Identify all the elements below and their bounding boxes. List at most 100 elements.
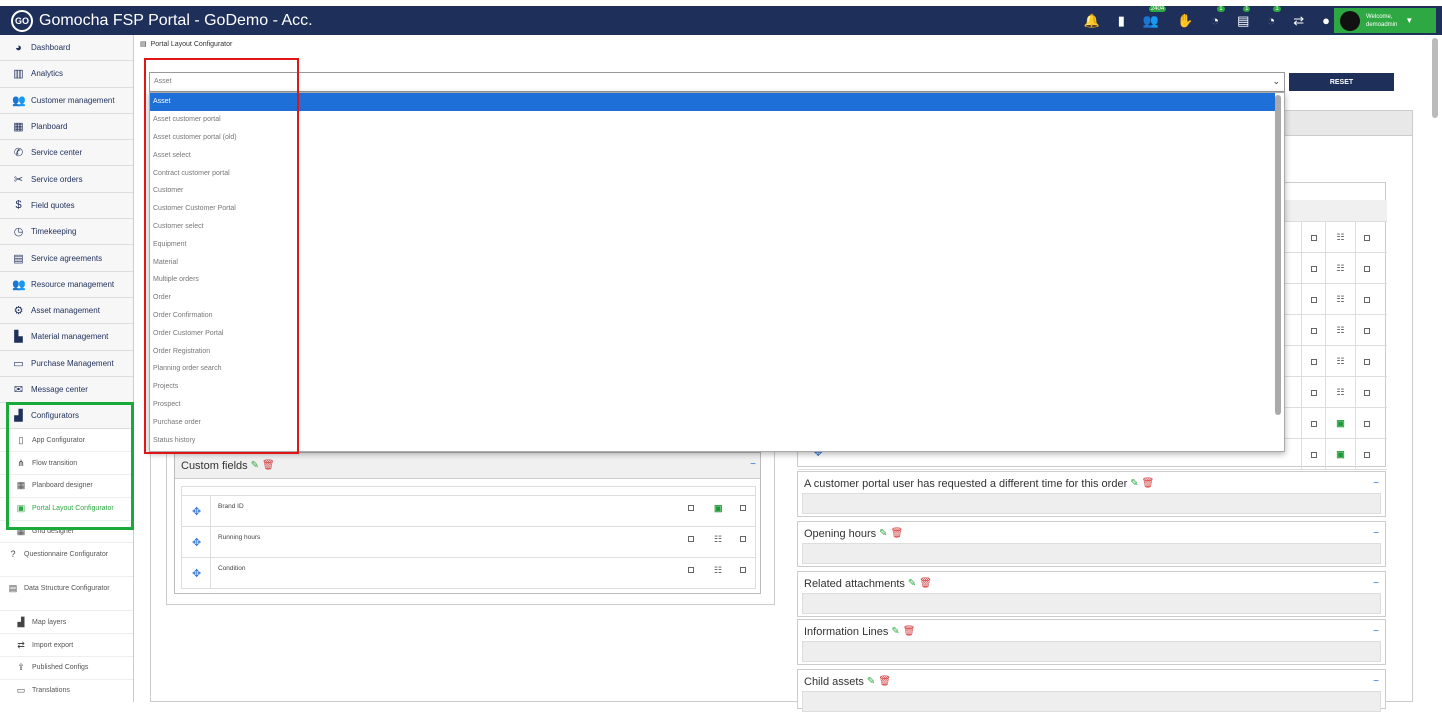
dropdown-option[interactable]: Asset [150, 93, 1275, 111]
sidebar-item[interactable]: ✆ Service center [0, 140, 133, 167]
edit-icon[interactable]: ✎ [1130, 478, 1138, 489]
sidebar-item[interactable]: 👥 Customer management [0, 87, 133, 114]
list-icon[interactable]: ☷ [1325, 253, 1355, 284]
people-icon[interactable]: 👥 2404 [1143, 5, 1167, 29]
trash-icon[interactable]: 🗑 [891, 528, 904, 539]
checkbox[interactable] [1363, 358, 1370, 365]
move-icon[interactable]: ✥ [192, 536, 201, 549]
clock-icon[interactable]: ◔ 1 [1211, 6, 1225, 28]
list-icon[interactable]: ☷ [1325, 222, 1355, 253]
trash-icon[interactable]: 🗑 [903, 626, 916, 637]
visible-checkbox[interactable] [688, 505, 694, 511]
checkbox[interactable] [1363, 234, 1370, 241]
dropdown-option[interactable]: Projects [150, 378, 1284, 396]
bell-icon[interactable]: 🔔 [1084, 13, 1100, 29]
trash-icon[interactable]: 🗑 [878, 676, 891, 687]
submenu-item[interactable]: ▤ Data Structure Configurator [0, 577, 133, 612]
checkbox[interactable] [1363, 451, 1370, 458]
list-icon[interactable]: ☷ [714, 565, 722, 576]
collapse-icon[interactable]: − [1373, 528, 1379, 539]
dropdown-option[interactable]: Order Registration [150, 342, 1284, 360]
visible-checkbox[interactable] [1301, 346, 1325, 377]
visible-checkbox[interactable] [1301, 439, 1325, 470]
required-checkbox[interactable] [740, 505, 746, 511]
dropdown-option[interactable]: Material [150, 253, 1284, 271]
chart-icon[interactable]: ▤ 1 [1237, 5, 1251, 29]
checkbox[interactable] [1310, 358, 1317, 365]
grid-green-icon[interactable]: ▣ [1325, 408, 1355, 439]
required-checkbox[interactable] [1355, 253, 1377, 284]
sidebar-item[interactable]: ▭ Purchase Management [0, 350, 133, 377]
required-checkbox[interactable] [1355, 377, 1377, 408]
visible-checkbox[interactable] [1301, 253, 1325, 284]
trash-icon[interactable]: 🗑 [1142, 478, 1155, 489]
sidebar-item[interactable]: $ Field quotes [0, 192, 133, 220]
required-checkbox[interactable] [1355, 346, 1377, 377]
move-icon[interactable]: ✥ [192, 505, 201, 518]
handshake-icon[interactable]: ✋ [1177, 13, 1193, 29]
transfer-icon[interactable]: ⇄ [1293, 13, 1304, 29]
checkbox[interactable] [1310, 389, 1317, 396]
collapse-icon[interactable]: − [750, 459, 756, 470]
list-icon[interactable]: ☷ [1325, 284, 1355, 315]
chat-icon[interactable]: ● [1322, 13, 1330, 28]
required-checkbox[interactable] [1355, 284, 1377, 315]
submenu-item[interactable]: ▭ Translations [0, 679, 133, 702]
dropdown-option[interactable]: Multiple orders [150, 271, 1284, 289]
sidebar-item[interactable]: ✂ Service orders [0, 166, 133, 193]
checkbox[interactable] [1363, 265, 1370, 272]
checkbox[interactable] [1310, 451, 1317, 458]
collapse-icon[interactable]: − [1373, 676, 1379, 687]
grid-green-icon[interactable]: ▣ [1325, 439, 1355, 470]
page-scrollbar[interactable] [1432, 38, 1438, 118]
dropdown-option[interactable]: Asset customer portal (old) [150, 129, 1284, 147]
collapse-icon[interactable]: − [1373, 478, 1379, 489]
dropdown-option[interactable]: Order Confirmation [150, 307, 1284, 325]
clock-alt-icon[interactable]: ◔ 1 [1267, 6, 1281, 28]
checkbox[interactable] [1310, 234, 1317, 241]
sidebar-item[interactable]: ▤ Service agreements [0, 245, 133, 272]
collapse-icon[interactable]: − [1373, 626, 1379, 637]
required-checkbox[interactable] [740, 536, 746, 542]
dropdown-scrollbar[interactable] [1275, 95, 1281, 415]
edit-icon[interactable]: ✎ [251, 460, 259, 471]
list-icon[interactable]: ☷ [1325, 315, 1355, 346]
trash-icon[interactable]: 🗑 [262, 460, 275, 471]
grid-icon[interactable]: ▣ [714, 503, 723, 514]
visible-checkbox[interactable] [688, 536, 694, 542]
list-icon[interactable]: ☷ [1325, 346, 1355, 377]
edit-icon[interactable]: ✎ [879, 528, 887, 539]
reset-button[interactable]: RESET [1289, 73, 1394, 91]
list-icon[interactable]: ☷ [1325, 377, 1355, 408]
edit-icon[interactable]: ✎ [908, 578, 916, 589]
sidebar-item[interactable]: ◕ Dashboard [0, 35, 133, 62]
sidebar-item[interactable]: ⚙ Asset management [0, 297, 133, 325]
dropdown-option[interactable]: Equipment [150, 235, 1284, 253]
checkbox[interactable] [1310, 420, 1317, 427]
checkbox[interactable] [1363, 327, 1370, 334]
sidebar-item[interactable]: ▙ Material management [0, 324, 133, 351]
required-checkbox[interactable] [740, 567, 746, 573]
submenu-item[interactable]: ? Questionnaire Configurator [0, 543, 133, 578]
move-icon[interactable]: ✥ [192, 567, 201, 580]
dropdown-option[interactable]: Customer [150, 182, 1284, 200]
required-checkbox[interactable] [1355, 222, 1377, 253]
required-checkbox[interactable] [1355, 408, 1377, 439]
list-icon[interactable]: ☷ [714, 534, 722, 545]
sidebar-item[interactable]: ✉ Message center [0, 376, 133, 404]
checkbox[interactable] [1363, 389, 1370, 396]
checkbox[interactable] [1310, 327, 1317, 334]
dropdown-option[interactable]: Status history [150, 431, 1284, 449]
sidebar-item[interactable]: 👥 Resource management [0, 271, 133, 298]
visible-checkbox[interactable] [688, 567, 694, 573]
dropdown-option[interactable]: Planning order search [150, 360, 1284, 378]
dropdown-option[interactable]: Asset customer portal [150, 111, 1284, 129]
dropdown-option[interactable]: Prospect [150, 396, 1284, 414]
submenu-item[interactable]: ⇪ Published Configs [0, 657, 133, 680]
user-menu[interactable]: Welcome, demoadmin ▼ [1334, 8, 1436, 33]
checkbox[interactable] [1310, 265, 1317, 272]
checkbox[interactable] [1363, 296, 1370, 303]
visible-checkbox[interactable] [1301, 408, 1325, 439]
dropdown-option[interactable]: Contract customer portal [150, 164, 1284, 182]
dropdown-option[interactable]: Customer select [150, 218, 1284, 236]
